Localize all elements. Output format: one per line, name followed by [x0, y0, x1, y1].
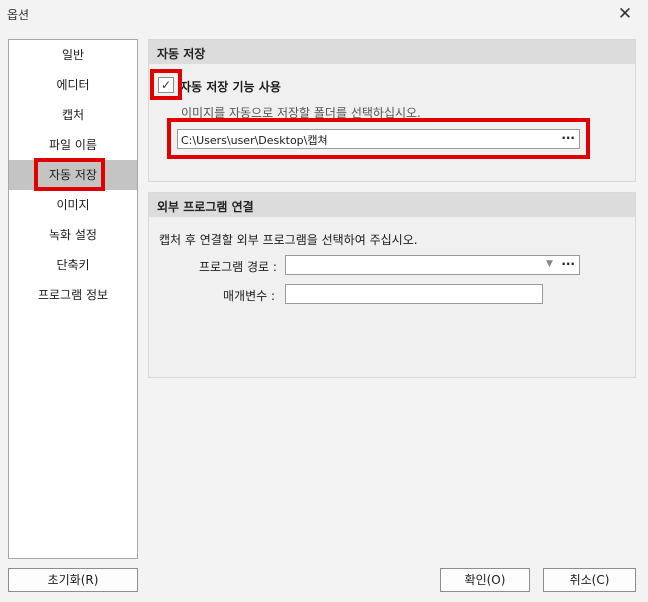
cancel-button[interactable]: 취소(C): [543, 568, 636, 592]
options-sidebar: 일반 에디터 캡처 파일 이름 자동 저장 이미지 녹화 설정 단축키 프로그램…: [8, 39, 138, 559]
selected-item-highlight: [34, 158, 105, 191]
folder-field-highlight: [167, 118, 590, 159]
autosave-section-title: 자동 저장: [157, 47, 206, 61]
params-label: 매개변수 :: [223, 289, 276, 303]
program-path-dropdown[interactable]: ▼ ···: [285, 255, 580, 275]
params-input[interactable]: [285, 284, 543, 304]
sidebar-item-recording[interactable]: 녹화 설정: [9, 220, 137, 250]
title-bar: 옵션 ✕: [0, 0, 648, 30]
sidebar-item-filename[interactable]: 파일 이름: [9, 130, 137, 160]
window-title: 옵션: [7, 8, 30, 22]
sidebar-item-general[interactable]: 일반: [9, 40, 137, 70]
program-path-label: 프로그램 경로 :: [199, 260, 277, 274]
sidebar-item-capture[interactable]: 캡처: [9, 100, 137, 130]
autosave-section-header: 자동 저장: [149, 40, 635, 64]
browse-program-icon[interactable]: ···: [561, 257, 575, 271]
chevron-down-icon[interactable]: ▼: [546, 259, 553, 269]
sidebar-item-about[interactable]: 프로그램 정보: [9, 280, 137, 310]
sidebar-item-image[interactable]: 이미지: [9, 190, 137, 220]
close-icon[interactable]: ✕: [614, 3, 636, 25]
autosave-checkbox-label: 자동 저장 기능 사용: [180, 80, 281, 94]
autosave-section: 자동 저장 ✓ 자동 저장 기능 사용 이미지를 자동으로 저장할 폴더를 선택…: [148, 39, 636, 182]
external-section-header: 외부 프로그램 연결: [149, 193, 635, 217]
sidebar-item-shortcuts[interactable]: 단축키: [9, 250, 137, 280]
external-section-title: 외부 프로그램 연결: [157, 200, 254, 214]
sidebar-item-editor[interactable]: 에디터: [9, 70, 137, 100]
reset-button[interactable]: 초기화(R): [8, 568, 138, 592]
external-program-section: 외부 프로그램 연결 캡처 후 연결할 외부 프로그램을 선택하여 주십시오. …: [148, 192, 636, 378]
ok-button[interactable]: 확인(O): [440, 568, 530, 592]
checkbox-highlight: [150, 69, 182, 100]
external-description: 캡처 후 연결할 외부 프로그램을 선택하여 주십시오.: [159, 233, 418, 247]
